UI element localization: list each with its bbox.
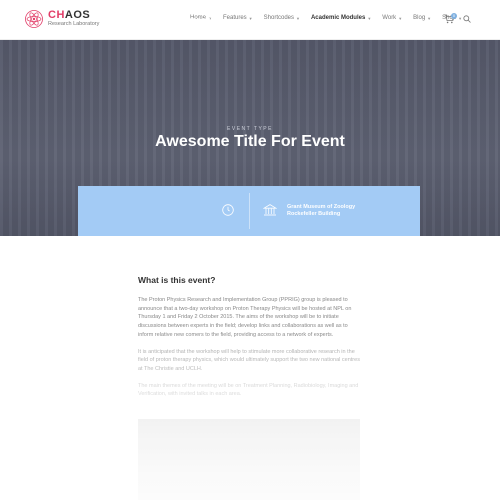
event-description: What is this event? The Proton Physics R…	[138, 275, 362, 407]
chevron-down-icon: ▼	[367, 15, 372, 21]
site-header: CHAOS Research Laboratory Home ▼ Features…	[0, 0, 500, 40]
event-title: Awesome Title For Event	[155, 133, 345, 150]
nav-item-features[interactable]: Features ▼	[223, 15, 253, 21]
chevron-down-icon: ▼	[427, 15, 432, 21]
main-nav: Home ▼ Features ▼ Shortcodes ▼ Academic Mod…	[190, 15, 473, 21]
nav-item-label: Blog	[413, 15, 426, 21]
event-type-label: EVENT TYPE	[227, 126, 273, 132]
chevron-down-icon: ▼	[296, 15, 300, 21]
museum-icon	[263, 204, 277, 216]
event-datetime: 20-25 SEP 2015 12:00 - 18:00	[90, 18, 214, 32]
event-venue: Grant Museum of Zoology	[287, 204, 356, 210]
cart-count-badge: 0	[451, 13, 457, 19]
nav-item-shortcodes[interactable]: Shortcodes ▼	[264, 15, 300, 21]
logo-name-accent: CH	[48, 9, 65, 22]
info-divider	[249, 193, 250, 229]
section-heading: What is this event?	[138, 275, 216, 285]
paragraph: The main themes of the meeting will be o…	[138, 382, 359, 398]
search-icon[interactable]	[463, 15, 471, 23]
clock-icon	[222, 204, 234, 216]
nav-item-work[interactable]: Work ▼	[382, 15, 402, 21]
nav-item-label: Work	[382, 15, 397, 21]
event-date: 20-25 SEP 2015	[173, 18, 214, 24]
event-building: Rockefeller Building	[287, 211, 341, 217]
atom-icon	[25, 10, 43, 28]
nav-item-label: Shortcodes	[263, 15, 294, 21]
event-image	[138, 419, 360, 500]
event-time: 12:00 - 18:00	[180, 25, 214, 31]
nav-item-label: Features	[222, 15, 247, 21]
logo[interactable]: CHAOS Research Laboratory	[24, 9, 99, 29]
nav-item-label: Academic Modules	[310, 15, 366, 21]
event-location: Grant Museum of Zoology Rockefeller Buil…	[287, 204, 355, 218]
chevron-down-icon: ▼	[248, 15, 253, 21]
chevron-down-icon: ▼	[458, 15, 463, 21]
paragraph: The Proton Physics Research and Implemen…	[138, 297, 352, 338]
nav-item-blog[interactable]: Blog ▼	[413, 15, 431, 21]
paragraph: It is anticipated that the workshop will…	[138, 348, 360, 372]
chevron-down-icon: ▼	[398, 15, 403, 21]
nav-item-academic-modules[interactable]: Academic Modules ▼	[311, 15, 371, 21]
logo-name-rest: AOS	[64, 9, 91, 22]
